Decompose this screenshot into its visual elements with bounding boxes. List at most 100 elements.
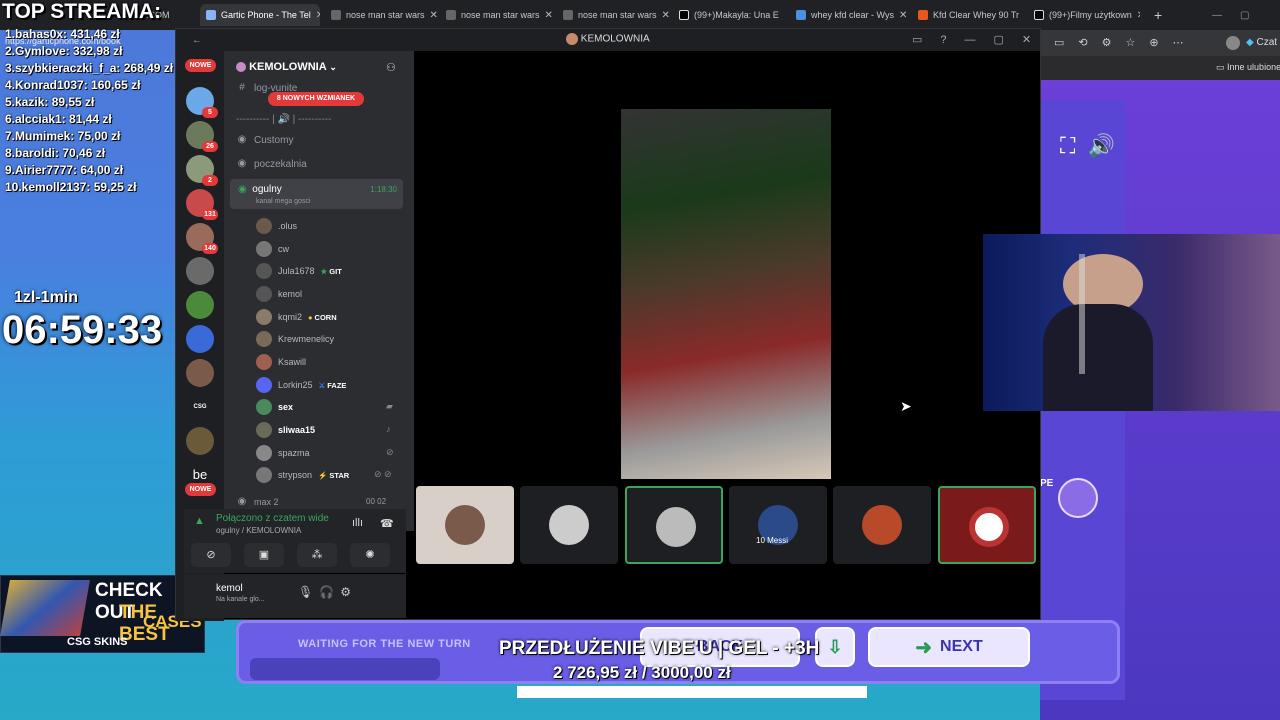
participant-avatar [862, 505, 902, 545]
close-tab-icon[interactable]: ✕ [430, 10, 437, 21]
maximize-icon[interactable]: ▢ [1240, 10, 1249, 21]
member-item[interactable]: Ksawill [256, 354, 306, 370]
browser-tab[interactable]: Kfd Clear Whey 90 Tr✕ [912, 4, 1024, 26]
avatar [256, 354, 272, 370]
lightning-icon: ⚡ [318, 470, 328, 480]
gartic-favicon-icon [206, 10, 216, 20]
server-icon[interactable]: 140 [186, 223, 218, 254]
browser-tab[interactable]: nose man star wars ✕ [557, 4, 669, 26]
server-name[interactable]: KEMOLOWNIA ⌄ [236, 61, 337, 73]
channel-timer: 1:18:30 [370, 185, 397, 194]
member-item[interactable]: sex [256, 399, 293, 415]
toolbar-icons[interactable]: ▭⟲⚙☆⊕⋯ [1054, 36, 1198, 49]
browser-tab[interactable]: nose man star wars ✕ [440, 4, 552, 26]
member-item[interactable]: Lorkin25 ⚔ FAZE [256, 377, 346, 393]
close-tab-icon[interactable]: ✕ [1137, 10, 1140, 21]
search-favicon-icon [796, 10, 806, 20]
server-icon[interactable] [186, 257, 214, 285]
browser-tab[interactable]: (99+)Filmy użytkown ✕ [1028, 4, 1140, 26]
mentions-banner[interactable]: 8 NOWYCH WZMIANEK [268, 92, 364, 106]
member-tag: ⚔ FAZE [319, 381, 347, 390]
server-icon[interactable] [186, 291, 214, 319]
gear-icon[interactable]: ⚙ [340, 585, 357, 599]
unread-badge: 5 [202, 107, 218, 118]
channel-customy[interactable]: ◉ Customy [236, 134, 294, 146]
headphones-icon[interactable]: 🎧 [319, 585, 340, 599]
member-item[interactable]: sliwaa15 [256, 422, 315, 438]
next-button[interactable]: ➜ NEXT [868, 627, 1030, 667]
participant-tile[interactable] [520, 486, 618, 564]
csg-skins-server-icon[interactable]: CSG SKINS [186, 393, 214, 438]
server-icon[interactable] [186, 427, 214, 455]
channel-ogulny[interactable]: ◉ ogulny 1:18:30 kanal mega gosci [230, 179, 403, 209]
shared-camera-stream[interactable] [621, 109, 831, 479]
fullscreen-icon[interactable]: ⛶ [1060, 133, 1075, 158]
camera-off-button[interactable]: ⊘ [191, 543, 231, 567]
browser-tab[interactable]: nose man star wars ✕ [325, 4, 437, 26]
discord-window-controls[interactable]: ▭?—▢✕ [912, 33, 1049, 46]
close-tab-icon[interactable]: ✕ [662, 10, 669, 21]
copilot-button[interactable]: ◆ Czat [1246, 37, 1277, 48]
volume-icon[interactable]: 🔊 [1088, 133, 1115, 158]
avatar [256, 331, 272, 347]
member-item[interactable]: spazma [256, 445, 310, 461]
back-arrow-icon[interactable]: ← [192, 35, 202, 46]
server-icon[interactable] [186, 325, 214, 353]
top-donors-title: TOP STREAMA: [2, 0, 162, 23]
soundboard-button[interactable]: ✺ [350, 543, 390, 567]
member-item[interactable]: Jula1678 ★ GIT [256, 263, 342, 279]
member-item[interactable]: kqmi2 ● CORN [256, 309, 337, 325]
participant-tile[interactable] [833, 486, 931, 564]
browser-tab[interactable]: whey kfd clear - Wys ✕ [790, 4, 908, 26]
discord-window: ← KEMOLOWNIA ▭?—▢✕ NOWE 5 26 2 131 140 C… [175, 28, 1041, 621]
member-item[interactable]: kemol [256, 286, 302, 302]
participant-tile-speaking[interactable] [625, 486, 723, 564]
new-tab-button[interactable]: + [1148, 4, 1168, 26]
member-item[interactable]: .olus [256, 218, 297, 234]
browser-tab-active[interactable]: Gartic Phone - The Tel ✕ [200, 4, 320, 26]
screen-share-button[interactable]: ▣ [244, 543, 284, 567]
server-icon[interactable]: 2 [186, 155, 218, 186]
mic-icon[interactable]: 🎙 [298, 585, 319, 599]
channel-poczekalnia[interactable]: ◉ poczekalnia [236, 158, 307, 170]
disconnect-icon[interactable]: ☎ [380, 517, 394, 530]
close-tab-icon[interactable]: ✕ [545, 10, 552, 21]
voice-location[interactable]: ogulny / KEMOLOWNIA [216, 526, 301, 535]
noise-suppression-icon[interactable]: ıllı [352, 517, 363, 529]
member-item[interactable]: cw [256, 241, 289, 257]
add-member-icon[interactable]: ⚇ [386, 61, 396, 74]
avatar [256, 241, 272, 257]
tiktok-favicon-icon [1034, 10, 1044, 20]
participant-tile[interactable] [416, 486, 514, 564]
bookmark-folder[interactable]: ▭ Inne ulubione [1216, 62, 1280, 73]
avatar [256, 263, 272, 279]
window-controls[interactable]: — ▢ [1206, 4, 1276, 26]
close-tab-icon[interactable]: ✕ [899, 10, 907, 21]
server-icon[interactable]: 131 [186, 189, 218, 220]
user-name[interactable]: kemol [216, 583, 243, 594]
search-favicon-icon [446, 10, 456, 20]
server-icon[interactable]: 26 [186, 121, 218, 152]
waiting-label: WAITING FOR THE NEW TURN [298, 638, 471, 650]
server-icon[interactable]: 5 [186, 87, 218, 118]
channel-category[interactable]: ---------- | 🔊 | ---------- [236, 114, 331, 125]
download-button[interactable]: ⇩ [815, 627, 855, 667]
profile-avatar[interactable] [1226, 36, 1240, 50]
channel-label: poczekalnia [254, 158, 307, 170]
browser-tab[interactable]: (99+)Makayla: Una E ✕ [673, 4, 785, 26]
bookmarks-bar: ▭ Inne ulubione [1040, 56, 1280, 80]
participant-tile[interactable]: 10 Messi [729, 486, 827, 564]
member-item[interactable]: strypson ⚡ STAR [256, 467, 349, 483]
channel-max-2[interactable]: ◉ max 2 [236, 496, 279, 508]
user-controls[interactable]: 🎙🎧⚙ [298, 585, 357, 599]
close-tab-icon[interactable]: ✕ [784, 10, 785, 21]
close-tab-icon[interactable]: ✕ [316, 10, 320, 21]
participant-tile-camera[interactable] [938, 486, 1036, 564]
channel-label: Customy [254, 134, 294, 146]
minimize-icon[interactable]: — [1212, 10, 1222, 21]
member-item[interactable]: Krewmenelicy [256, 331, 334, 347]
activities-button[interactable]: ⁂ [297, 543, 337, 567]
avatar [256, 399, 272, 415]
tab-label: Gartic Phone - The Tel [221, 10, 311, 20]
server-icon[interactable] [186, 359, 214, 387]
